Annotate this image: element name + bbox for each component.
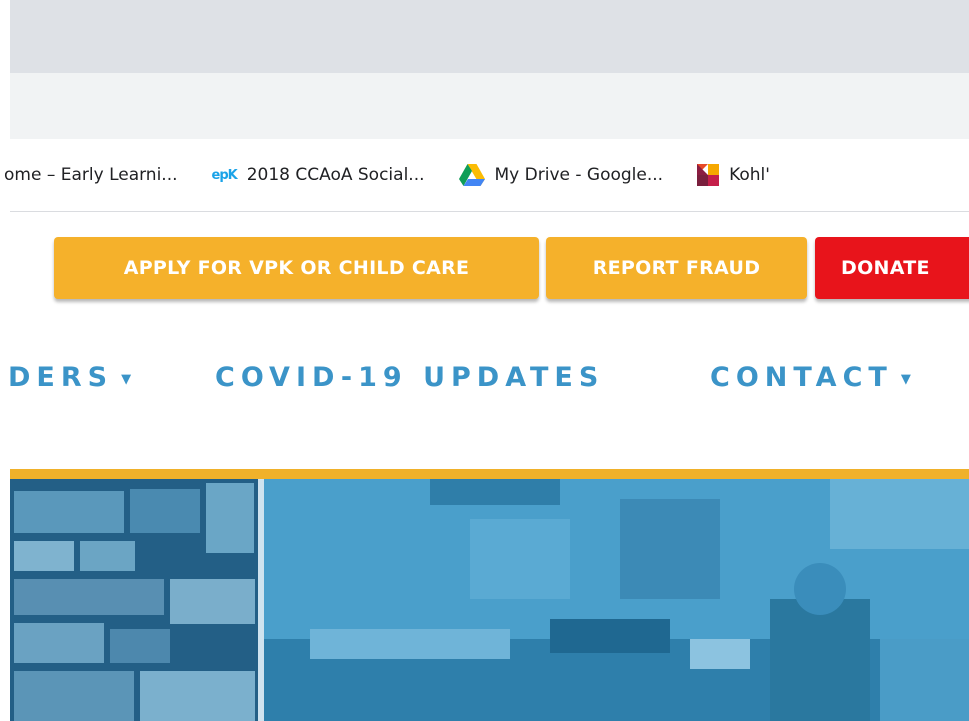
bookmark-label: Kohl' [729, 165, 770, 185]
bookmark-label: 2018 CCAoA Social... [246, 165, 425, 185]
apply-vpk-child-care-button[interactable]: APPLY FOR VPK OR CHILD CARE [54, 237, 539, 299]
nav-item-label: CONTACT [710, 362, 893, 393]
bookmark-kohls[interactable]: Kohl' [697, 164, 770, 186]
donate-button[interactable]: DONATE [815, 237, 969, 299]
nav-item-covid-updates[interactable]: COVID-19 UPDATES [215, 362, 604, 393]
nav-item-contact[interactable]: CONTACT ▼ [710, 362, 911, 393]
chevron-down-icon: ▼ [900, 371, 911, 387]
nav-item-providers[interactable]: DERS ▼ [8, 362, 131, 393]
google-drive-icon [458, 164, 485, 186]
report-fraud-button[interactable]: REPORT FRAUD [546, 237, 807, 299]
header-divider [10, 469, 969, 479]
main-navigation: DERS ▼ COVID-19 UPDATES CONTACT ▼ [8, 362, 969, 406]
kohls-icon [697, 164, 720, 186]
screenshot-frame: ome – Early Learni... epK 2018 CCAoA Soc… [0, 0, 969, 721]
browser-tab-strip [10, 0, 969, 73]
browser-address-bar[interactable] [10, 73, 969, 139]
site-header: APPLY FOR VPK OR CHILD CARE REPORT FRAUD… [8, 212, 969, 469]
epk-icon: epK [211, 167, 238, 183]
bookmark-label: My Drive - Google... [494, 165, 664, 185]
bookmark-my-drive[interactable]: My Drive - Google... [458, 164, 664, 186]
nav-item-label: DERS [8, 362, 114, 393]
bookmark-ccaoa-social[interactable]: epK 2018 CCAoA Social... [212, 165, 425, 185]
bookmarks-bar: ome – Early Learni... epK 2018 CCAoA Soc… [4, 139, 969, 212]
hero-image [10, 479, 969, 721]
nav-item-label: COVID-19 UPDATES [215, 362, 605, 393]
bookmark-early-learning[interactable]: ome – Early Learni... [4, 165, 178, 185]
chevron-down-icon: ▼ [121, 371, 132, 387]
bookmark-label: ome – Early Learni... [4, 165, 178, 185]
